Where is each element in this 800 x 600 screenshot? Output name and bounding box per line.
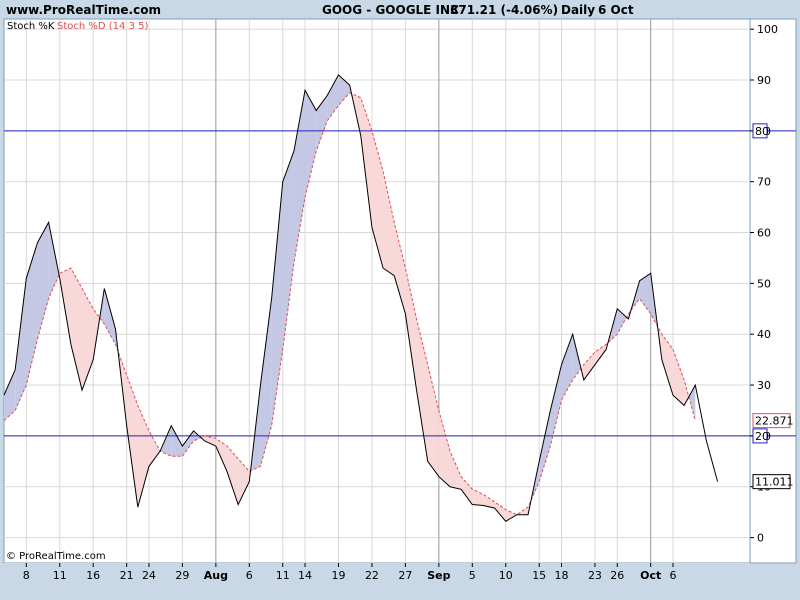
- x-tick-label: 26: [610, 569, 624, 582]
- x-tick-label: 16: [86, 569, 100, 582]
- x-tick-label: 10: [499, 569, 513, 582]
- x-tick-label: 24: [142, 569, 156, 582]
- stochastic-chart: 0 10 20 30 40 50 60 70 80 90 100 8 11 16 21 24 29 Aug 6 11…: [3, 3, 797, 583]
- y-tick-label: 100: [757, 23, 778, 36]
- x-tick-label: 6: [246, 569, 253, 582]
- x-tick-label: 18: [555, 569, 569, 582]
- x-tick-label: 11: [276, 569, 290, 582]
- x-tick-label: 23: [588, 569, 602, 582]
- symbol-name: GOOG - GOOGLE INC: [322, 3, 459, 17]
- watermark: © ProRealTime.com: [6, 551, 106, 562]
- y-tick-label: 0: [757, 532, 764, 545]
- y-tick-label: 30: [757, 379, 771, 392]
- x-tick-label: 22: [365, 569, 379, 582]
- x-tick-label: Sep: [427, 569, 450, 582]
- x-tick-label: Oct: [640, 569, 661, 582]
- x-tick-label: 11: [53, 569, 67, 582]
- y-tick-label: 60: [757, 227, 771, 240]
- x-tick-label: 6: [670, 569, 677, 582]
- y-tick-label: 90: [757, 74, 771, 87]
- last-d-badge-text: 22.871: [755, 415, 794, 428]
- level-20-badge-text: 20: [755, 430, 769, 443]
- x-tick-label: 14: [298, 569, 312, 582]
- site-name[interactable]: www.ProRealTime.com: [6, 3, 161, 17]
- x-tick-label: 29: [175, 569, 189, 582]
- date-label: 6 Oct: [598, 3, 634, 17]
- last-k-badge-text: 11.011: [755, 476, 794, 489]
- period-label: Daily: [561, 3, 595, 17]
- x-tick-label: 15: [532, 569, 546, 582]
- price-change: 371.21 (-4.06%): [450, 3, 558, 17]
- x-tick-label: 8: [23, 569, 30, 582]
- x-tick-label: 27: [398, 569, 412, 582]
- y-tick-label: 70: [757, 176, 771, 189]
- x-tick-label: Aug: [204, 569, 228, 582]
- level-80-badge: 80: [752, 123, 769, 139]
- last-k-badge: 11.011: [752, 474, 794, 490]
- last-d-badge: 22.871: [752, 413, 794, 429]
- legend-d-label: Stoch %D (14 3 5): [57, 21, 148, 32]
- x-tick-label: 21: [120, 569, 134, 582]
- level-20-badge: 20: [752, 428, 769, 444]
- level-80-badge-text: 80: [755, 125, 769, 138]
- x-tick-label: 5: [469, 569, 476, 582]
- y-tick-label: 40: [757, 328, 771, 341]
- legend-k-label: Stoch %K: [7, 21, 55, 32]
- y-tick-label: 50: [757, 277, 771, 290]
- x-tick-label: 19: [332, 569, 346, 582]
